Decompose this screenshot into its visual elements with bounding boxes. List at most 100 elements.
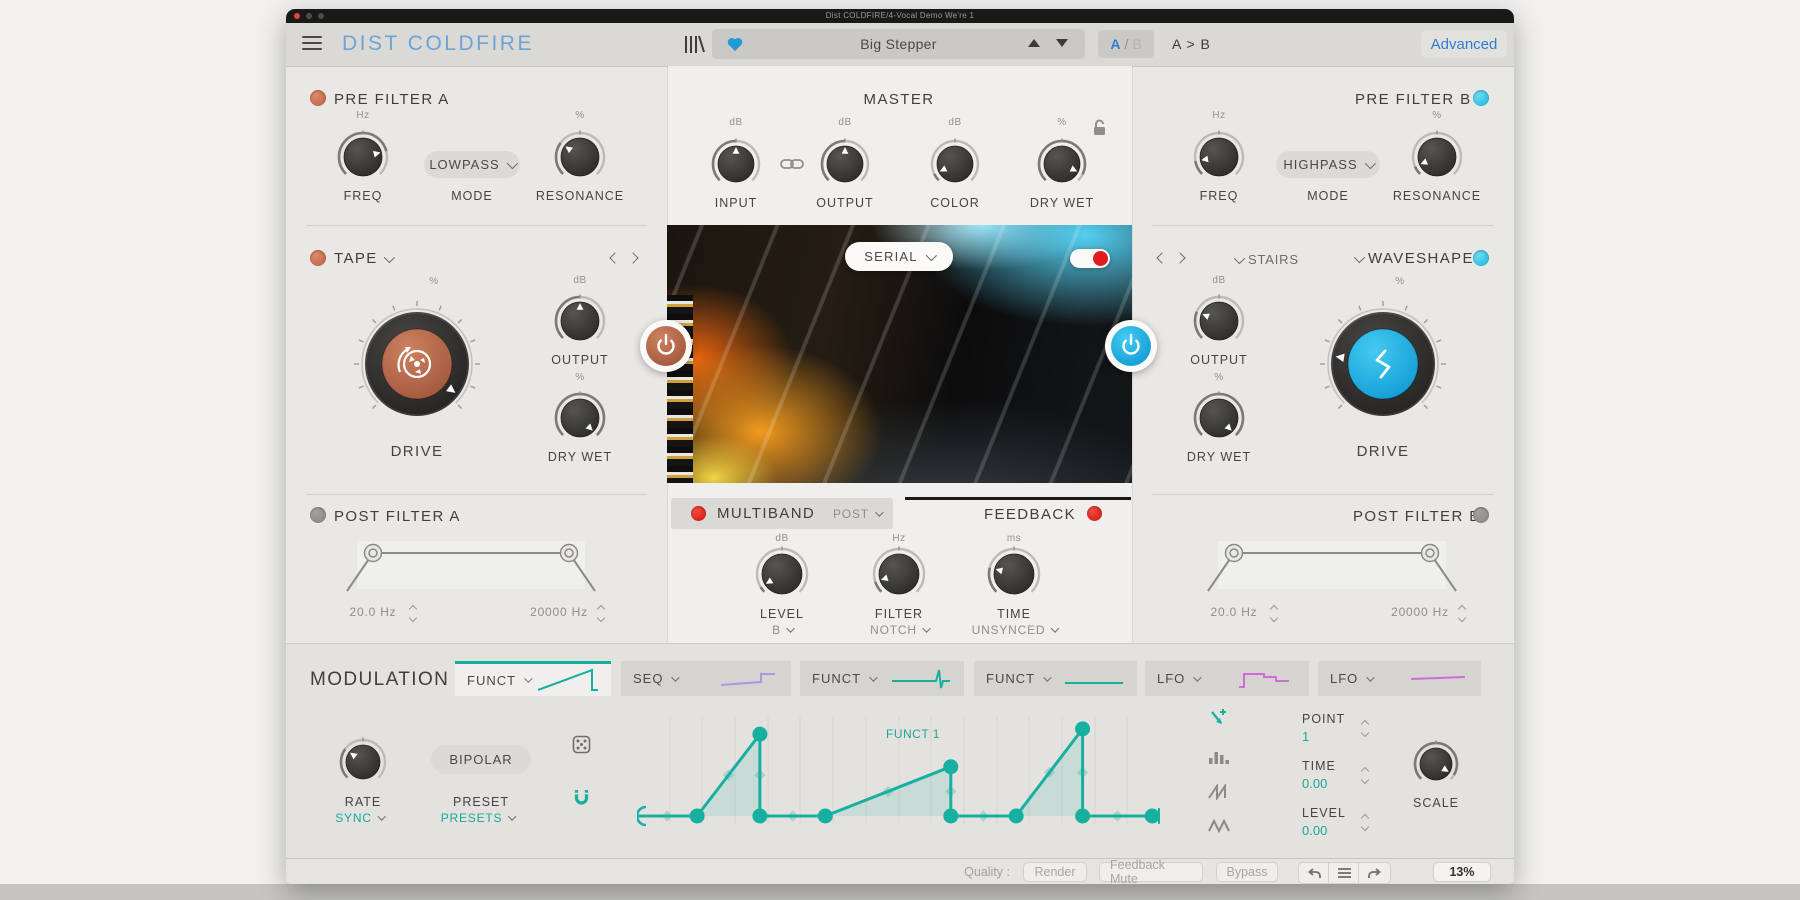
preset-name-field[interactable]: Big Stepper — [712, 29, 1085, 59]
waveshaper-drive-knob[interactable] — [1317, 298, 1449, 435]
time-sync-dropdown[interactable]: UNSYNCED — [972, 623, 1057, 637]
post-filter-b-curve[interactable] — [1202, 533, 1462, 597]
multiband-position-dropdown[interactable]: POST — [833, 507, 881, 521]
ab-toggle-a[interactable]: A — [1110, 36, 1120, 52]
routing-toggle[interactable] — [1070, 249, 1110, 268]
waveshaper-drywet-knob[interactable] — [1192, 391, 1246, 450]
post-filter-a-high-value[interactable]: 20000 Hz — [530, 605, 588, 619]
master-color-knob[interactable] — [929, 138, 981, 195]
mod-rate-knob[interactable] — [338, 737, 388, 792]
mod-rate-sync-dropdown[interactable]: SYNC — [335, 811, 383, 825]
waveshaper-output-knob[interactable] — [1192, 294, 1246, 353]
saw-tool-icon[interactable] — [1208, 784, 1230, 800]
bypass-button[interactable]: Bypass — [1216, 862, 1278, 882]
chevron-right-icon[interactable] — [627, 252, 638, 263]
waveshaper-shape-dropdown[interactable]: STAIRS — [1234, 252, 1299, 267]
mod-time-value[interactable]: 0.00 — [1302, 776, 1327, 791]
tape-type-prev-next[interactable] — [611, 254, 637, 262]
chevron-left-icon[interactable] — [609, 252, 620, 263]
pre-filter-b-mode-dropdown[interactable]: HIGHPASS — [1276, 151, 1380, 178]
tape-type-dropdown[interactable]: TAPE — [334, 250, 392, 267]
mod-tab-funct-3[interactable]: FUNCT — [974, 661, 1137, 696]
post-filter-b-high-value[interactable]: 20000 Hz — [1391, 605, 1449, 619]
filter-type-dropdown[interactable]: NOTCH — [870, 623, 928, 637]
tape-power-button[interactable] — [638, 318, 694, 379]
ab-toggle-b[interactable]: B — [1132, 36, 1141, 52]
mod-tab-lfo-1[interactable]: LFO — [1145, 661, 1309, 696]
post-filter-a-curve[interactable] — [341, 533, 601, 597]
feedback-filter-knob[interactable] — [871, 546, 927, 607]
multiband-led[interactable] — [691, 506, 706, 521]
multiband-level-knob[interactable] — [754, 546, 810, 607]
mod-point-stepper[interactable] — [1362, 721, 1368, 736]
hamburger-menu-icon[interactable] — [302, 36, 322, 52]
pre-filter-a-freq-knob[interactable] — [336, 130, 390, 189]
mod-presets-dropdown[interactable]: PRESETS — [441, 811, 514, 825]
feedback-time-knob[interactable] — [986, 546, 1042, 607]
post-filter-a-low-value[interactable]: 20.0 Hz — [350, 605, 397, 619]
post-filter-a-low-stepper[interactable] — [410, 606, 416, 621]
post-filter-b-high-stepper[interactable] — [1459, 606, 1465, 621]
pre-filter-a-resonance-knob[interactable] — [553, 130, 607, 189]
cpu-zoom-indicator[interactable]: 13% — [1433, 862, 1491, 882]
pre-filter-b-freq-knob[interactable] — [1192, 130, 1246, 189]
tape-led[interactable] — [310, 250, 326, 266]
randomize-dice-icon[interactable] — [572, 735, 591, 754]
waveshaper-power-button[interactable] — [1103, 318, 1159, 379]
preset-library-icon[interactable] — [683, 35, 705, 54]
pre-filter-a-mode-dropdown[interactable]: LOWPASS — [424, 151, 520, 178]
redo-icon — [1366, 867, 1383, 880]
post-filter-a-high-stepper[interactable] — [598, 606, 604, 621]
waveshaper-type-prev-next[interactable] — [1158, 254, 1184, 262]
mod-tab-seq[interactable]: SEQ — [621, 661, 791, 696]
tape-drywet-knob[interactable] — [553, 391, 607, 450]
routing-mode-dropdown[interactable]: SERIAL — [845, 242, 953, 271]
feedback-mute-button[interactable]: Feedback Mute — [1099, 862, 1203, 882]
post-filter-b-led[interactable] — [1473, 507, 1489, 523]
ab-toggle[interactable]: A / B — [1098, 30, 1154, 58]
unlocked-padlock-icon[interactable] — [1092, 119, 1107, 136]
redo-button[interactable] — [1358, 862, 1391, 884]
copy-a-to-b-button[interactable]: A > B — [1172, 36, 1211, 52]
master-output-knob[interactable] — [819, 138, 871, 195]
mod-tab-lfo-2[interactable]: LFO — [1318, 661, 1481, 696]
add-point-tool-icon[interactable] — [1208, 707, 1230, 729]
history-menu-button[interactable] — [1328, 862, 1361, 884]
link-icon[interactable] — [780, 157, 804, 171]
render-button[interactable]: Render — [1023, 862, 1087, 882]
post-filter-b-low-stepper[interactable] — [1271, 606, 1277, 621]
post-filter-b-low-value[interactable]: 20.0 Hz — [1211, 605, 1258, 619]
pre-filter-b-resonance-knob[interactable] — [1410, 130, 1464, 189]
waveshaper-header[interactable]: WAVESHAPER — [1354, 250, 1486, 267]
tape-drive-knob[interactable] — [351, 298, 483, 435]
feedback-led[interactable] — [1087, 506, 1102, 521]
master-drywet-knob[interactable] — [1036, 138, 1088, 195]
triangle-tool-icon[interactable] — [1208, 818, 1230, 834]
mod-tab-funct-2[interactable]: FUNCT — [800, 661, 964, 696]
snap-magnet-icon[interactable] — [571, 787, 592, 808]
preset-next-icon[interactable] — [1056, 39, 1068, 47]
advanced-button[interactable]: Advanced — [1421, 30, 1507, 58]
undo-button[interactable] — [1298, 862, 1331, 884]
pre-filter-b-led[interactable] — [1473, 90, 1489, 106]
post-filter-a-led[interactable] — [310, 507, 326, 523]
master-input-knob[interactable] — [710, 138, 762, 195]
waveshaper-led[interactable] — [1473, 250, 1489, 266]
tab-label: LFO — [1330, 671, 1358, 686]
bipolar-button[interactable]: BIPOLAR — [431, 745, 531, 774]
steps-tool-icon[interactable] — [1208, 747, 1230, 765]
mod-point-value[interactable]: 1 — [1302, 729, 1309, 744]
waveshaper-title: WAVESHAPER — [1368, 250, 1486, 267]
mod-scale-knob[interactable] — [1412, 740, 1460, 793]
mod-tab-funct-1[interactable]: FUNCT — [455, 661, 611, 696]
preset-previous-icon[interactable] — [1028, 39, 1040, 47]
mod-time-stepper[interactable] — [1362, 768, 1368, 783]
tape-output-knob[interactable] — [553, 294, 607, 353]
function-name: FUNCT 1 — [886, 727, 940, 741]
mod-level-value[interactable]: 0.00 — [1302, 823, 1327, 838]
chevron-right-icon[interactable] — [1174, 252, 1185, 263]
level-band-dropdown[interactable]: B — [772, 623, 792, 637]
pre-filter-a-led[interactable] — [310, 90, 326, 106]
mod-level-stepper[interactable] — [1362, 815, 1368, 830]
chevron-left-icon[interactable] — [1156, 252, 1167, 263]
